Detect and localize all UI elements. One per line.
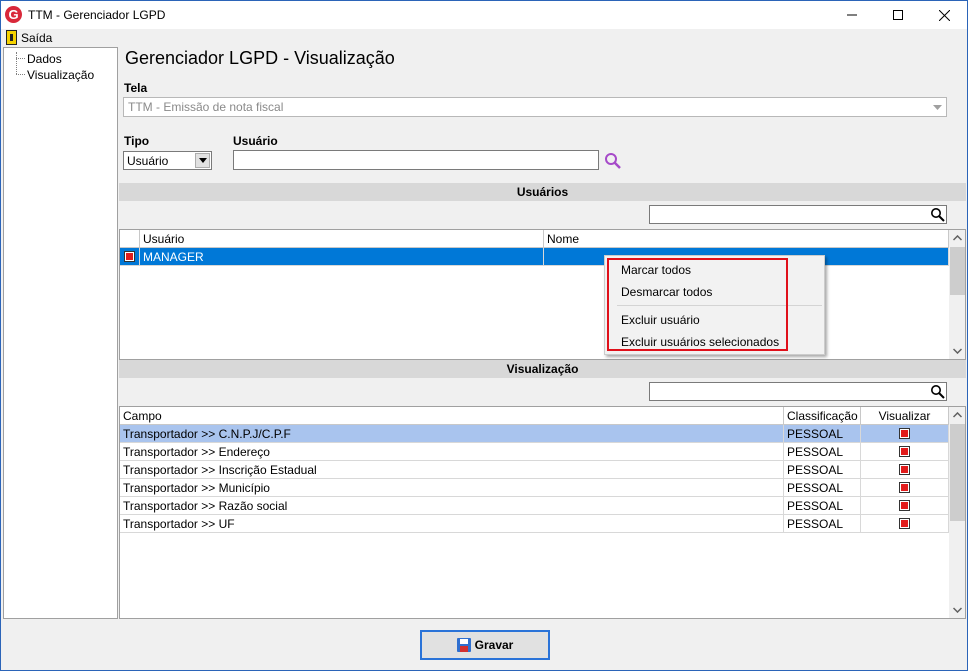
cell-visualizar[interactable] [861,443,949,461]
scroll-up-icon[interactable] [953,412,962,418]
table-row[interactable]: Transportador >> UF PESSOAL [120,515,949,533]
tree-connector [16,74,25,75]
main-window: G TTM - Gerenciador LGPD Saída Dados Vis… [0,0,968,671]
title-bar[interactable]: G TTM - Gerenciador LGPD [1,1,967,29]
cell-classificacao: PESSOAL [784,461,861,479]
scroll-thumb[interactable] [950,247,965,295]
chevron-down-icon[interactable] [929,99,945,115]
cell-campo: Transportador >> Endereço [120,443,784,461]
tree-connector [16,52,17,74]
visualizar-checkbox[interactable] [899,482,910,493]
view-grid-header-campo[interactable]: Campo [120,407,784,425]
tela-select-value: TTM - Emissão de nota fiscal [128,100,284,114]
cell-campo: Transportador >> Inscrição Estadual [120,461,784,479]
visualizar-checkbox[interactable] [899,428,910,439]
view-section-header: Visualização [119,360,966,378]
cell-campo: Transportador >> C.N.P.J/C.P.F [120,425,784,443]
cell-visualizar[interactable] [861,497,949,515]
visualizar-checkbox[interactable] [899,500,910,511]
table-row[interactable]: Transportador >> Inscrição Estadual PESSO… [120,461,949,479]
cell-classificacao: PESSOAL [784,497,861,515]
cell-usuario: MANAGER [140,248,544,266]
view-grid-header-visualizar[interactable]: Visualizar [861,407,949,425]
menu-bar: Saída [1,29,967,47]
cell-classificacao: PESSOAL [784,479,861,497]
cell-visualizar[interactable] [861,515,949,533]
app-logo-icon: G [5,6,22,23]
context-menu: Marcar todos Desmarcar todos Excluir usu… [604,255,825,355]
save-button-label: Gravar [474,638,514,652]
floppy-disk-icon [456,638,471,652]
tree-connector [16,58,25,59]
usuario-input[interactable] [233,150,599,170]
cell-campo: Transportador >> Razão social [120,497,784,515]
cell-campo: Transportador >> Município [120,479,784,497]
maximize-icon [893,10,903,20]
scroll-thumb[interactable] [950,424,965,521]
users-grid-scrollbar[interactable] [949,230,965,359]
tipo-select[interactable]: Usuário [123,151,212,170]
table-row[interactable]: Transportador >> C.N.P.J/C.P.F PESSOAL [120,425,949,443]
close-icon [938,9,950,21]
cell-visualizar[interactable] [861,479,949,497]
view-search-icon[interactable] [930,384,945,399]
users-grid-header-usuario[interactable]: Usuário [140,230,544,248]
cell-classificacao: PESSOAL [784,425,861,443]
view-grid-scrollbar[interactable] [949,407,965,618]
visualizar-checkbox[interactable] [899,464,910,475]
page-title: Gerenciador LGPD - Visualização [125,48,395,68]
users-search-input[interactable] [649,205,947,224]
cell-visualizar[interactable] [861,461,949,479]
minimize-button[interactable] [829,1,875,29]
users-search-icon[interactable] [930,207,945,222]
cell-classificacao: PESSOAL [784,515,861,533]
table-row[interactable]: Transportador >> Endereço PESSOAL [120,443,949,461]
exit-door-icon [6,30,17,45]
users-grid-check-header [120,230,140,248]
users-grid[interactable]: Usuário Nome MANAGER [119,229,966,360]
usuario-label: Usuário [233,134,278,148]
minimize-icon [847,14,857,16]
visualizar-checkbox[interactable] [899,446,910,457]
cell-classificacao: PESSOAL [784,443,861,461]
view-grid-header-classificacao[interactable]: Classificação [784,407,861,425]
users-grid-header-nome[interactable]: Nome [544,230,949,248]
table-row[interactable]: Transportador >> Razão social PESSOAL [120,497,949,515]
menu-exit[interactable]: Saída [1,29,53,47]
maximize-button[interactable] [875,1,921,29]
search-icon[interactable] [604,152,622,170]
tipo-select-value: Usuário [127,154,169,168]
cell-campo: Transportador >> UF [120,515,784,533]
tipo-label: Tipo [124,134,150,148]
row-checkbox[interactable] [124,251,135,262]
menu-exit-label: Saída [21,31,53,45]
view-grid[interactable]: Campo Classificação Visualizar Transport… [119,406,966,619]
tela-label: Tela [124,81,148,95]
view-search-input[interactable] [649,382,947,401]
save-button[interactable]: Gravar [420,630,550,660]
chevron-down-icon[interactable] [195,153,210,168]
users-section-header: Usuários [119,183,966,201]
scroll-down-icon[interactable] [953,348,962,354]
navigation-tree: Dados Visualização [3,47,118,619]
close-button[interactable] [921,1,967,29]
cell-visualizar[interactable] [861,425,949,443]
table-row[interactable]: Transportador >> Município PESSOAL [120,479,949,497]
scroll-down-icon[interactable] [953,607,962,613]
highlight-box [607,258,788,351]
scroll-up-icon[interactable] [953,235,962,241]
tree-item-dados[interactable]: Dados [27,52,62,66]
tree-item-visualizacao[interactable]: Visualização [27,68,94,82]
visualizar-checkbox[interactable] [899,518,910,529]
window-title: TTM - Gerenciador LGPD [28,8,166,22]
tela-select[interactable]: TTM - Emissão de nota fiscal [123,97,947,117]
row-checkbox-cell[interactable] [120,248,140,266]
